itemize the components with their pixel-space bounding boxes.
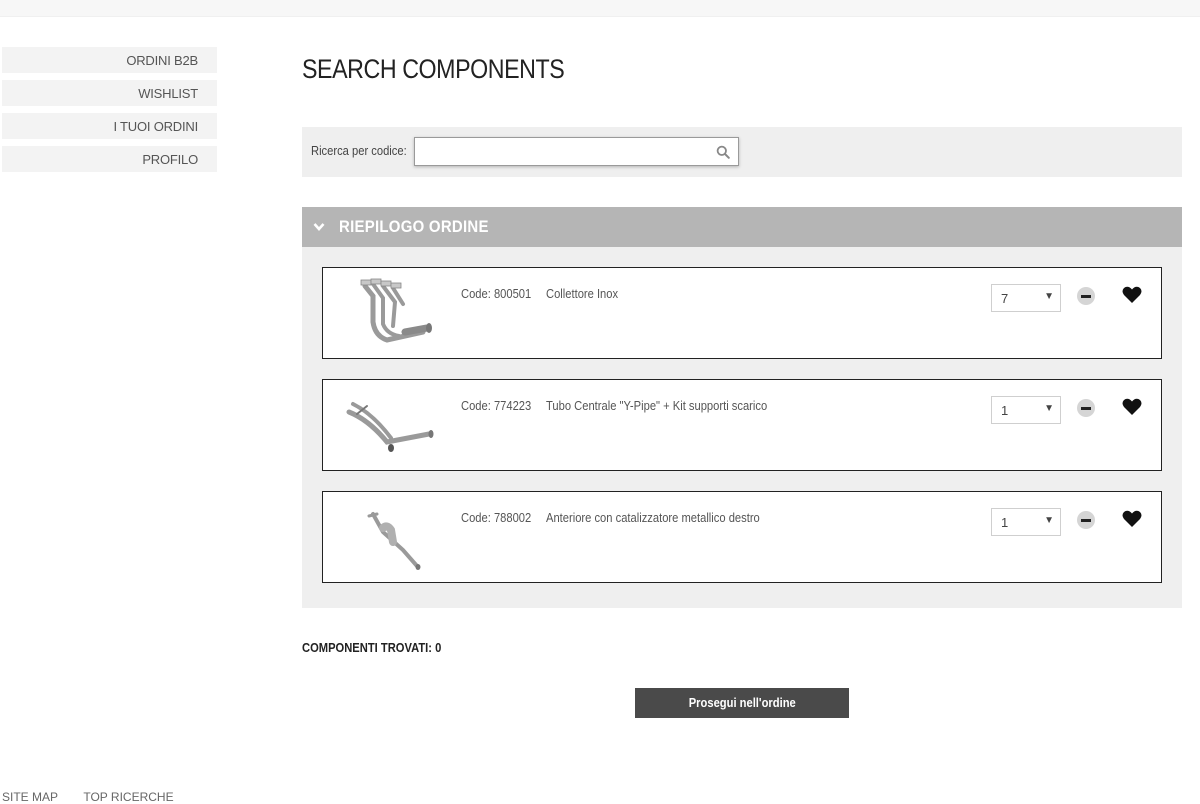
quantity-select[interactable]: 1 ▼ [991, 396, 1061, 424]
remove-item-button[interactable] [1077, 511, 1095, 529]
sidebar-item-tuoi-ordini[interactable]: I TUOI ORDINI [2, 113, 217, 139]
order-summary-body: Code: 800501 Collettore Inox 7 ▼ Code: 7… [302, 247, 1182, 608]
chevron-down-icon [313, 223, 325, 231]
continue-order-label: Prosegui nell'ordine [688, 695, 796, 710]
continue-order-button[interactable]: Prosegui nell'ordine [635, 688, 849, 718]
footer-links: SITE MAP TOP RICERCHE [2, 790, 196, 804]
dropdown-arrow-icon: ▼ [1044, 403, 1054, 414]
search-panel: Ricerca per codice: [302, 127, 1182, 177]
sidebar-item-wishlist[interactable]: WISHLIST [2, 80, 217, 106]
heart-icon[interactable] [1122, 398, 1142, 416]
heart-icon[interactable] [1122, 286, 1142, 304]
sidebar-item-profilo[interactable]: PROFILO [2, 146, 217, 172]
order-summary-title: RIEPILOGO ORDINE [339, 217, 489, 236]
quantity-select[interactable]: 7 ▼ [991, 284, 1061, 312]
components-found-count: COMPONENTI TROVATI: 0 [302, 640, 442, 655]
item-description: Tubo Centrale "Y-Pipe" + Kit supporti sc… [546, 398, 768, 413]
quantity-select[interactable]: 1 ▼ [991, 508, 1061, 536]
order-item: Code: 788002 Anteriore con catalizzatore… [322, 491, 1162, 583]
footer-link-site-map[interactable]: SITE MAP [2, 790, 58, 804]
product-image [367, 512, 421, 570]
item-code: Code: 774223 [461, 398, 532, 413]
search-icon[interactable] [716, 145, 730, 159]
search-label: Ricerca per codice: [311, 143, 407, 158]
search-box [414, 137, 739, 166]
quantity-value: 7 [1001, 291, 1009, 306]
item-description: Anteriore con catalizzatore metallico de… [546, 510, 760, 525]
quantity-value: 1 [1001, 515, 1009, 530]
heart-icon[interactable] [1122, 510, 1142, 528]
remove-item-button[interactable] [1077, 399, 1095, 417]
item-code: Code: 788002 [461, 510, 532, 525]
order-item: Code: 774223 Tubo Centrale "Y-Pipe" + Ki… [322, 379, 1162, 471]
page-title: SEARCH COMPONENTS [302, 54, 565, 84]
sidebar-nav: ORDINI B2B WISHLIST I TUOI ORDINI PROFIL… [2, 47, 217, 179]
footer-link-top-ricerche[interactable]: TOP RICERCHE [83, 790, 173, 804]
sidebar-item-ordini-b2b[interactable]: ORDINI B2B [2, 47, 217, 73]
item-description: Collettore Inox [546, 286, 619, 301]
remove-item-button[interactable] [1077, 287, 1095, 305]
order-item: Code: 800501 Collettore Inox 7 ▼ [322, 267, 1162, 359]
item-code: Code: 800501 [461, 286, 532, 301]
dropdown-arrow-icon: ▼ [1044, 515, 1054, 526]
product-image [360, 278, 432, 343]
search-input[interactable] [415, 138, 721, 164]
top-bar [0, 0, 1200, 17]
order-summary-header[interactable]: RIEPILOGO ORDINE [302, 207, 1182, 247]
dropdown-arrow-icon: ▼ [1044, 291, 1054, 302]
quantity-value: 1 [1001, 403, 1009, 418]
product-image [346, 402, 434, 452]
